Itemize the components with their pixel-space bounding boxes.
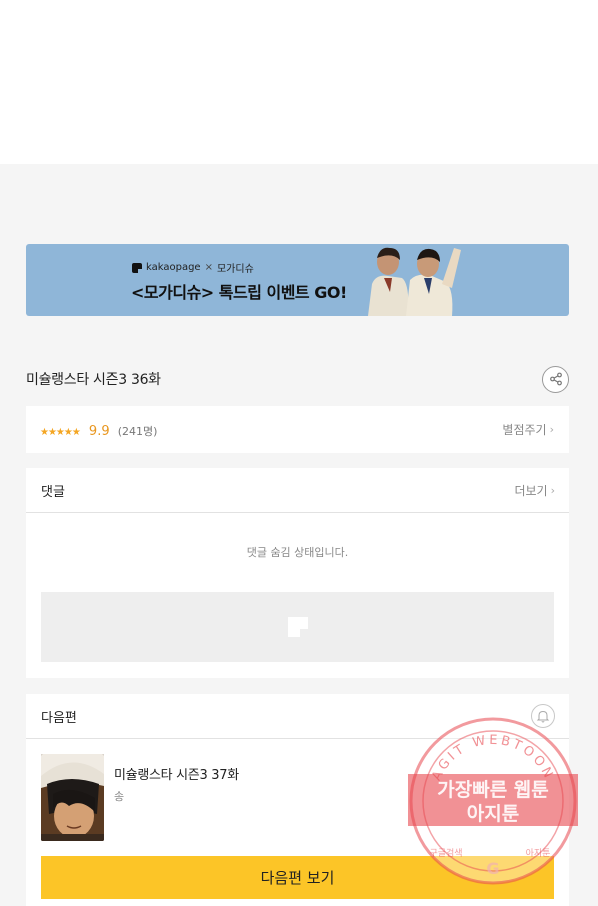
agit-webtoon-watermark: AGIT WEBTOON 가장빠른 웹툰 아지툰 구글검색 아지툰 G <box>408 717 578 885</box>
rating-score: 9.9 <box>88 424 110 439</box>
episode-title: 미슐랭스타 시즌3 36화 <box>26 372 161 388</box>
watermark-line2: 아지툰 <box>467 803 519 825</box>
next-episode-title: 미슐랭스타 시즌3 37화 <box>114 768 239 783</box>
rating-count: (241명) <box>117 425 158 438</box>
next-episode-item[interactable]: 미슐랭스타 시즌3 37화 송 <box>41 754 239 841</box>
next-episode-info: 미슐랭스타 시즌3 37화 송 <box>114 754 239 841</box>
kakaopage-logo-icon <box>287 617 308 637</box>
top-blank-area <box>0 0 598 164</box>
watermark-bottom-right: 아지툰 <box>526 848 551 859</box>
chevron-right-icon: › <box>550 483 555 497</box>
star-rating-icon: ★★★★★ <box>40 427 81 438</box>
chevron-right-icon: › <box>549 423 554 436</box>
next-episode-author: 송 <box>114 790 125 803</box>
banner-separator: × <box>204 262 213 273</box>
kakaopage-logo-icon <box>132 262 142 273</box>
rating-summary: ★★★★★ 9.9 (241명) <box>40 420 157 439</box>
banner-people-image <box>362 244 466 316</box>
rate-button-label: 별점주기 <box>502 423 547 437</box>
rating-card: ★★★★★ 9.9 (241명) 별점주기 › <box>26 406 569 453</box>
banner-title: <모가디슈> 톡드립 이벤트 GO! <box>131 283 347 302</box>
next-episode-label: 다음편 <box>41 710 77 726</box>
banner-brand: kakaopage × 모가디슈 <box>132 260 254 275</box>
rate-button[interactable]: 별점주기 › <box>502 421 554 438</box>
comments-header: 댓글 더보기 › <box>26 468 569 513</box>
watermark-center-letter: G <box>486 859 499 878</box>
banner-partner: 모가디슈 <box>216 264 254 275</box>
comments-hidden-message: 댓글 숨김 상태입니다. <box>246 546 349 559</box>
event-banner[interactable]: kakaopage × 모가디슈 <모가디슈> 톡드립 이벤트 GO! <box>26 244 569 316</box>
comments-card: 댓글 더보기 › 댓글 숨김 상태입니다. <box>26 468 569 678</box>
watermark-line1: 가장빠른 웹툰 <box>437 779 549 801</box>
share-button[interactable] <box>542 365 569 393</box>
ad-placeholder[interactable] <box>41 592 554 662</box>
comments-more-label: 더보기 <box>514 483 548 498</box>
comments-label: 댓글 <box>41 484 65 500</box>
next-episode-thumbnail <box>41 754 104 841</box>
episode-title-row: 미슐랭스타 시즌3 36화 <box>26 360 569 398</box>
share-icon <box>549 372 562 386</box>
comments-more-button[interactable]: 더보기 › <box>514 482 555 499</box>
watermark-bottom-left: 구글검색 <box>429 847 462 859</box>
banner-brand-name: kakaopage <box>146 262 201 273</box>
